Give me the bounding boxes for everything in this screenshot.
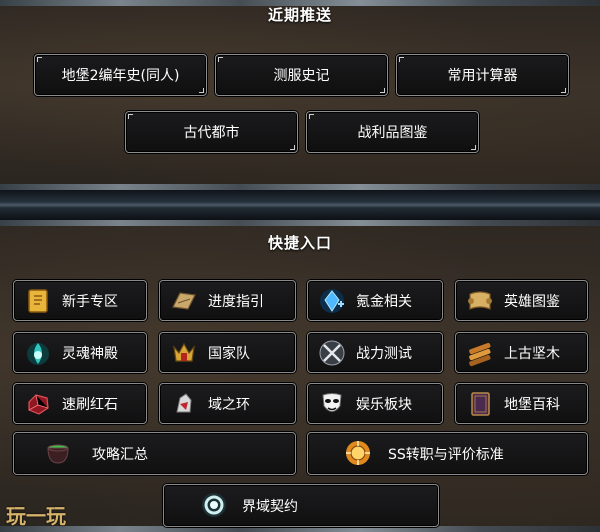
sun-emblem-icon — [344, 439, 372, 467]
site-watermark: 玩一玩 — [6, 504, 66, 528]
quick-button-label: SS转职与评价标准 — [388, 446, 504, 463]
parchment-icon — [466, 287, 494, 315]
mask-icon — [318, 390, 346, 418]
quick-button-guides[interactable]: 攻略汇总 — [13, 432, 296, 475]
scroll-icon — [24, 287, 52, 315]
quick-button-wiki[interactable]: 地堡百科 — [455, 383, 588, 424]
map-icon — [170, 287, 198, 315]
book-icon — [466, 390, 494, 418]
recent-button-calculator[interactable]: 常用计算器 — [396, 54, 569, 96]
quick-button-national-team[interactable]: 国家队 — [159, 332, 296, 373]
quick-button-newbie[interactable]: 新手专区 — [13, 280, 147, 321]
quick-button-label: 域之环 — [208, 396, 250, 413]
recent-button-ancient-city[interactable]: 古代都市 — [125, 111, 298, 153]
quick-button-domain-ring[interactable]: 域之环 — [159, 383, 296, 424]
quick-button-label: 英雄图鉴 — [504, 293, 560, 310]
quick-button-ancient-wood[interactable]: 上古坚木 — [455, 332, 588, 373]
quick-button-label: 攻略汇总 — [92, 446, 148, 463]
quick-button-label: 新手专区 — [62, 293, 118, 310]
quick-button-label: 战力测试 — [356, 345, 412, 362]
quick-button-payment[interactable]: 氪金相关 — [307, 280, 443, 321]
quick-button-realm-contract[interactable]: 界域契约 — [163, 484, 439, 527]
quick-button-label: 娱乐板块 — [356, 396, 412, 413]
cauldron-icon — [44, 439, 72, 467]
wood-icon — [466, 339, 494, 367]
portal-icon — [200, 491, 228, 519]
quick-button-label: 氪金相关 — [356, 293, 412, 310]
recent-button-chronicle[interactable]: 地堡2编年史(同人) — [34, 54, 207, 96]
soul-flame-icon — [24, 339, 52, 367]
quick-button-label: 上古坚木 — [504, 345, 560, 362]
quick-button-red-stone[interactable]: 速刷红石 — [13, 383, 147, 424]
quick-button-label: 地堡百科 — [504, 396, 560, 413]
quick-button-label: 灵魂神殿 — [62, 345, 118, 362]
ring-icon — [170, 390, 198, 418]
quick-button-heroes[interactable]: 英雄图鉴 — [455, 280, 588, 321]
quick-button-ss-standard[interactable]: SS转职与评价标准 — [307, 432, 588, 475]
section-divider — [0, 190, 600, 220]
quick-button-soul-temple[interactable]: 灵魂神殿 — [13, 332, 147, 373]
quick-button-label: 速刷红石 — [62, 396, 118, 413]
red-stone-icon — [24, 390, 52, 418]
quick-button-entertainment[interactable]: 娱乐板块 — [307, 383, 443, 424]
recent-button-loot-guide[interactable]: 战利品图鉴 — [306, 111, 479, 153]
quick-button-label: 国家队 — [208, 345, 250, 362]
crown-emblem-icon — [170, 339, 198, 367]
quick-button-power-test[interactable]: 战力测试 — [307, 332, 443, 373]
crystal-icon — [318, 287, 346, 315]
quick-button-progress[interactable]: 进度指引 — [159, 280, 296, 321]
quick-button-label: 进度指引 — [208, 293, 264, 310]
quick-button-label: 界域契约 — [242, 498, 298, 515]
crossed-swords-icon — [318, 339, 346, 367]
quick-section-title: 快捷入口 — [267, 234, 332, 252]
recent-button-test-server[interactable]: 测服史记 — [215, 54, 388, 96]
recent-section-title: 近期推送 — [267, 6, 332, 24]
